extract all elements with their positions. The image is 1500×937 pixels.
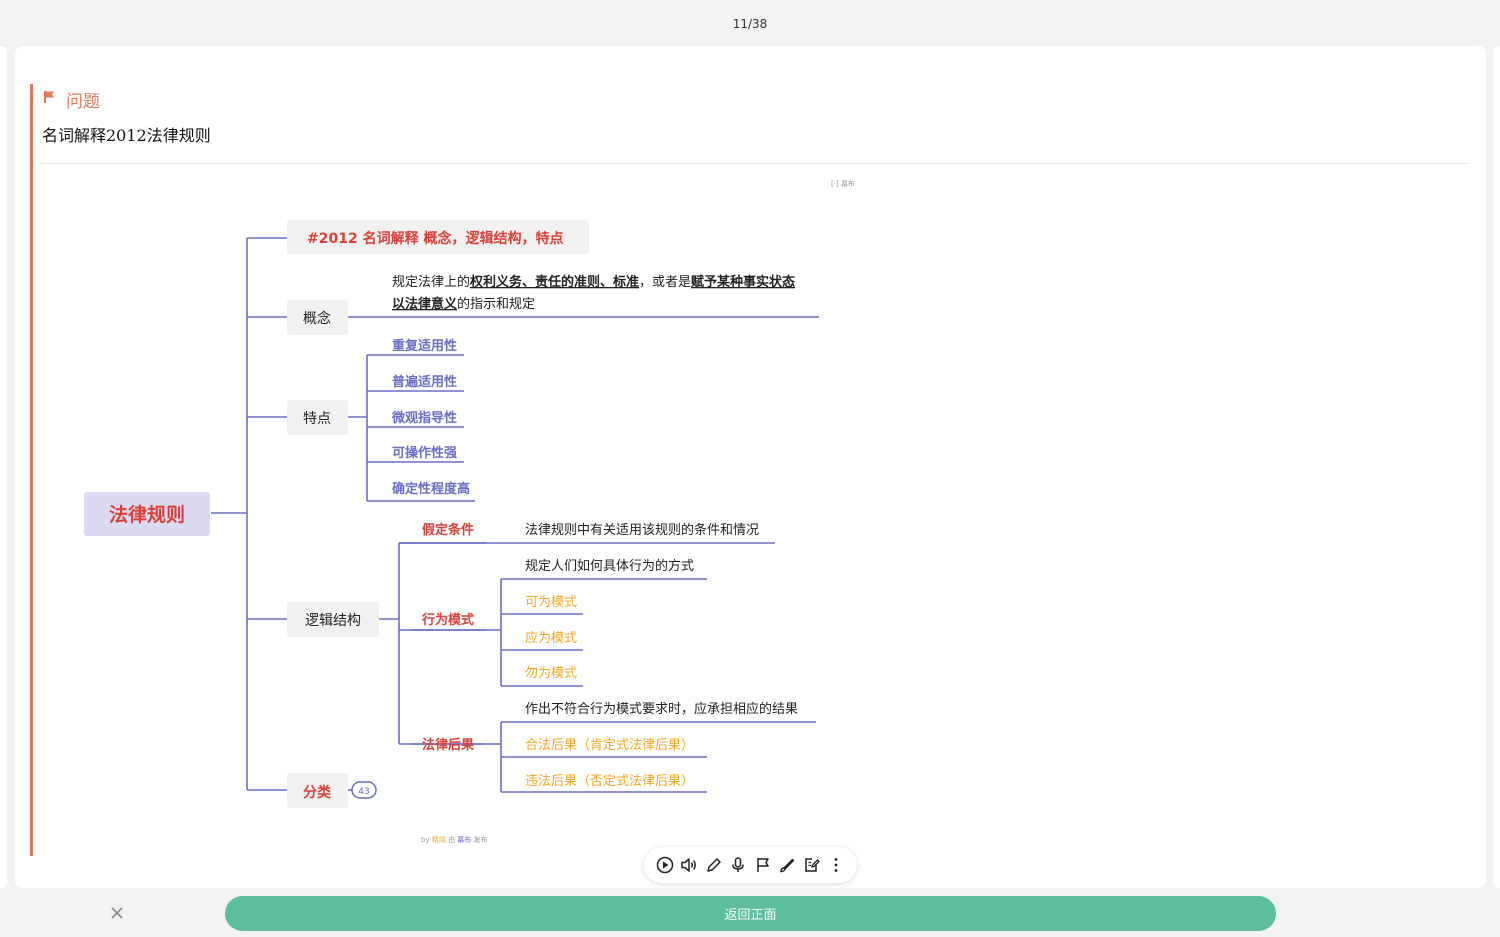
flip-back-button[interactable]: 返回正面 [225,896,1276,931]
behavior-desc: 规定人们如何具体行为的方式 [525,558,694,574]
logic-structure-node-label: 逻辑结构 [305,613,361,629]
feature-item: 重复适用性 [392,338,457,354]
consequence-item: 合法后果（肯定式法律后果） [525,738,694,753]
concept-definition-line1: 规定法律上的权利义务、责任的准则、标准，或者是赋予某种事实状态 [392,274,795,290]
root-node-label: 法律规则 [109,503,185,526]
mindmap: #2012 名词解释 概念，逻辑结构，特点 法律规则 概念 规定法律上的权利义务… [84,220,819,808]
classification-node-label: 分类 [303,784,332,801]
flashcard: 问题 名词解释2012法律规则 [·] 幕布 #2012 名词解释 概念，逻辑结… [15,46,1486,888]
brush-icon[interactable] [776,854,798,876]
mindmap-credit: by 精简 由 幕布 发布 [421,836,488,844]
flag-icon[interactable] [752,854,774,876]
behavior-item: 勿为模式 [525,666,577,681]
next-card-edge[interactable] [1493,46,1500,888]
note-edit-icon[interactable] [801,854,823,876]
more-icon[interactable] [825,854,847,876]
collapsed-count: 43 [358,787,369,797]
concept-node-label: 概念 [303,310,331,327]
assumption-desc: 法律规则中有关适用该规则的条件和情况 [525,522,759,538]
consequence-desc: 作出不符合行为模式要求时，应承担相应的结果 [525,701,798,717]
card-toolbar [644,847,857,883]
title-node-label: #2012 名词解释 概念，逻辑结构，特点 [307,230,563,247]
microphone-icon[interactable] [727,854,749,876]
feature-item: 可操作性强 [392,445,457,461]
behavior-item: 可为模式 [525,595,577,610]
feature-item: 确定性程度高 [392,481,470,497]
pencil-icon[interactable] [703,854,725,876]
feature-item: 微观指导性 [391,410,457,426]
feature-item: 普遍适用性 [392,374,457,390]
close-icon[interactable] [107,903,127,923]
concept-definition-line2: 以法律意义的指示和规定 [392,296,535,312]
behavior-item: 应为模式 [525,630,577,646]
previous-card-edge[interactable] [0,46,7,888]
card-counter: 11/38 [732,17,768,31]
assumption-label: 假定条件 [422,522,474,538]
behavior-label: 行为模式 [421,612,474,628]
features-node-label: 特点 [303,411,331,427]
consequence-item: 违法后果（否定式法律后果） [525,774,694,789]
play-icon[interactable] [654,854,676,876]
consequence-label: 法律后果 [422,737,474,753]
speaker-icon[interactable] [678,854,700,876]
